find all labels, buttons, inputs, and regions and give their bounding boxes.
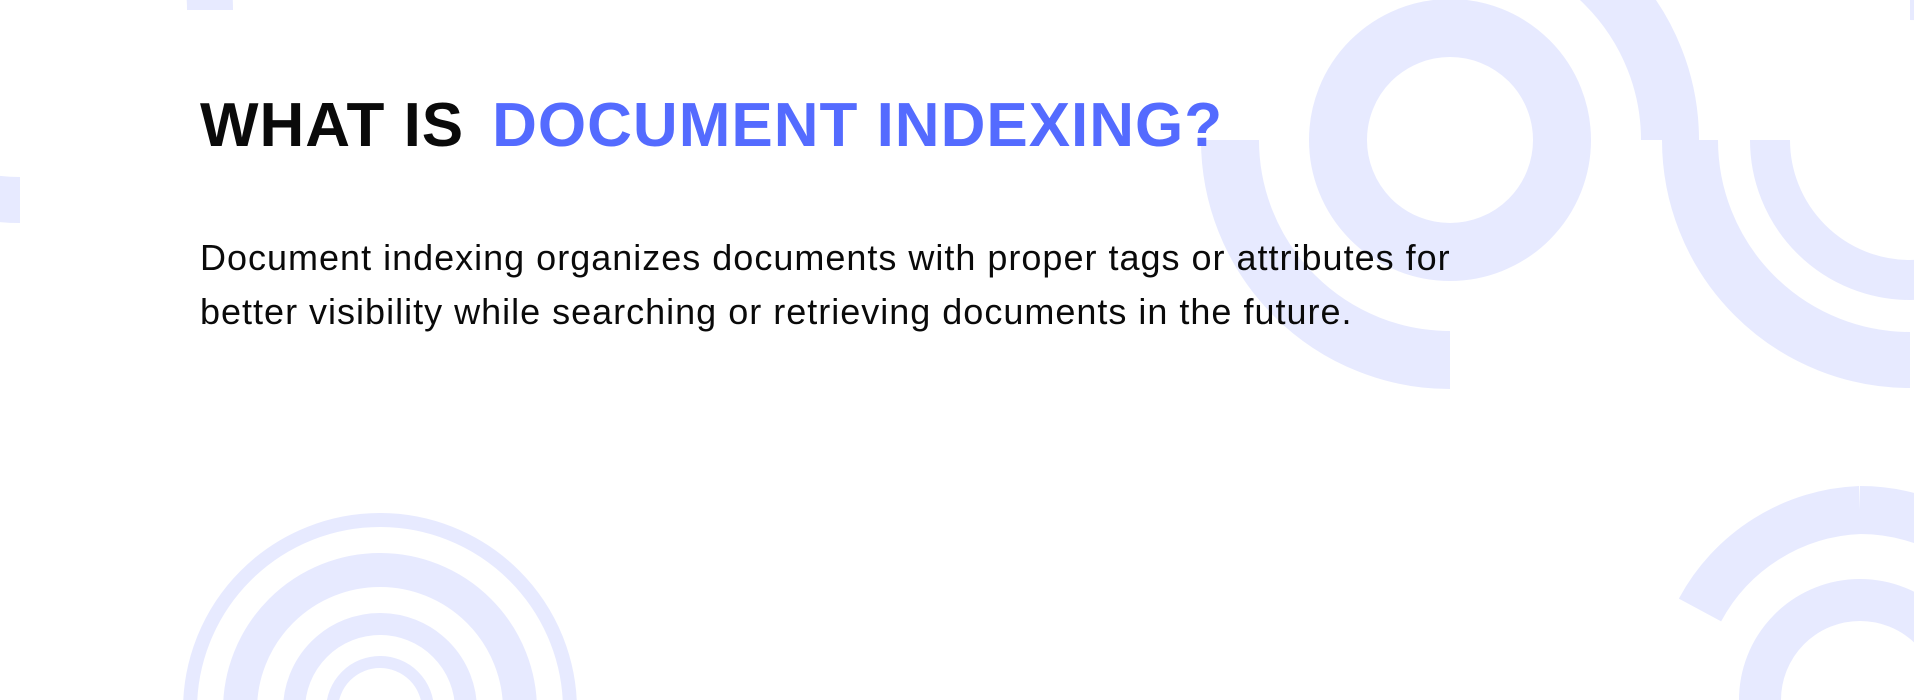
body-paragraph: Document indexing organizes documents wi…: [200, 231, 1500, 339]
heading-prefix: WHAT IS: [200, 90, 464, 161]
page-heading: WHAT IS DOCUMENT INDEXING?: [200, 90, 1600, 161]
heading-highlight: DOCUMENT INDEXING?: [492, 90, 1223, 161]
decorative-arc-far-right: [1650, 0, 1914, 400]
decorative-arc-bottom-right: [1640, 480, 1914, 700]
decorative-circles-bottom-left: [170, 500, 590, 700]
content-block: WHAT IS DOCUMENT INDEXING? Document inde…: [200, 90, 1600, 339]
